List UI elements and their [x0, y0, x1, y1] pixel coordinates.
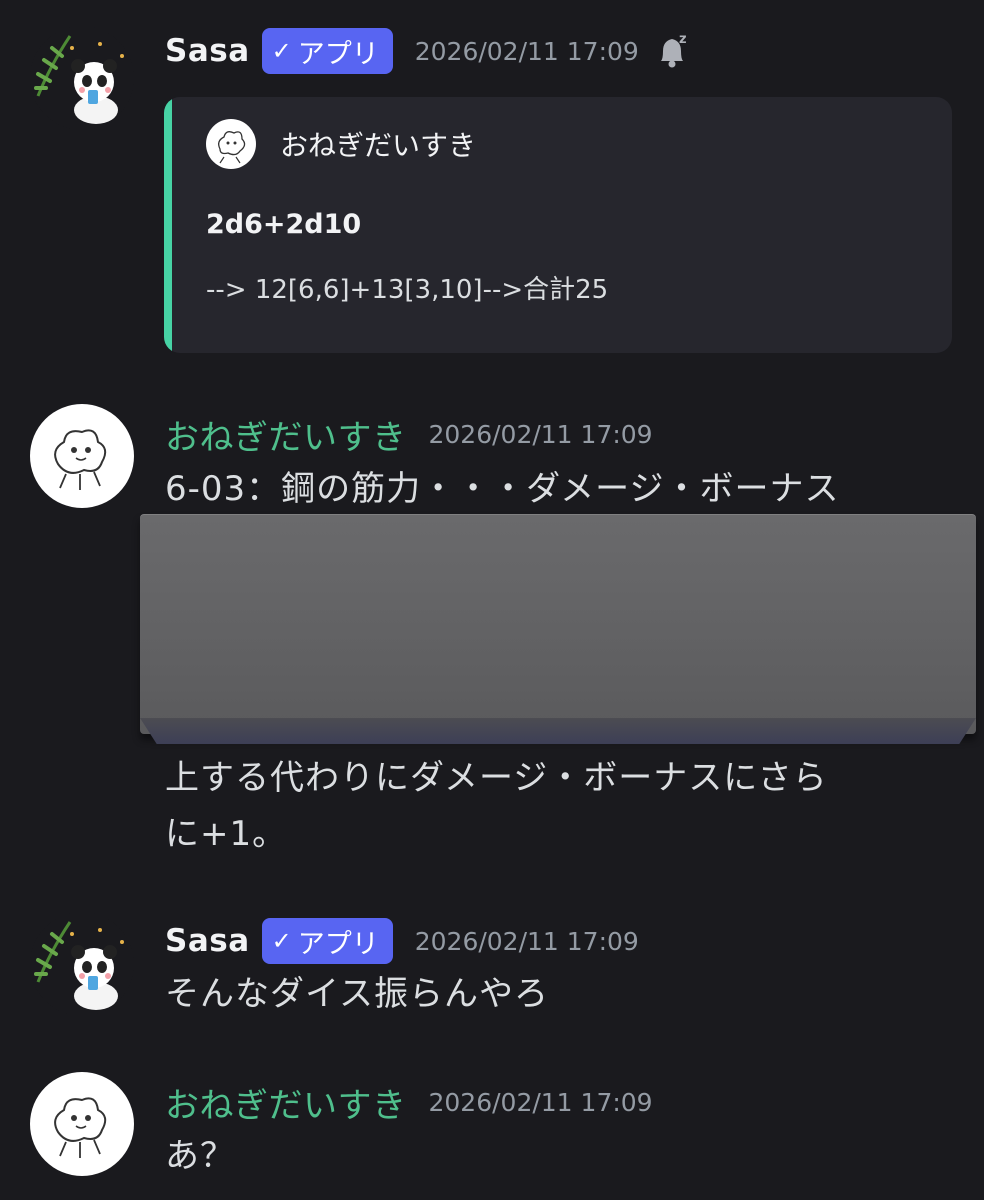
username[interactable]: おねぎだいすき: [165, 410, 407, 459]
scribble-avatar-icon: [30, 1072, 134, 1176]
app-badge: ✓ アプリ: [261, 28, 393, 74]
oneugi-avatar[interactable]: [30, 404, 134, 508]
username[interactable]: Sasa: [165, 33, 250, 69]
sasa-avatar[interactable]: [30, 26, 134, 130]
message-line: に+1。: [165, 814, 288, 854]
timestamp: 2026/02/11 17:09: [428, 1087, 653, 1117]
message-header: Sasa ✓ アプリ 2026/02/11 17:09: [165, 917, 639, 965]
dice-embed: おねぎだいすき 2d6+2d10 --> 12[6,6]+13[3,10]-->…: [164, 97, 952, 353]
oneugi-avatar[interactable]: [30, 1072, 134, 1176]
app-badge: ✓ アプリ: [261, 918, 393, 964]
scribble-avatar-icon: [30, 404, 134, 508]
sleeping-bell-icon: z: [660, 32, 687, 68]
panda-avatar-icon: [30, 26, 134, 130]
embed-author: おねぎだいすき: [206, 119, 476, 169]
message-line: 6-03：鋼の筋力・・・ダメージ・ボーナス: [165, 469, 840, 509]
dice-command: 2d6+2d10: [206, 209, 362, 240]
app-badge-label: アプリ: [297, 928, 379, 960]
timestamp: 2026/02/11 17:09: [414, 926, 639, 956]
redaction-edge: [140, 718, 976, 744]
message-line: あ？: [165, 1136, 235, 1176]
embed-author-avatar: [206, 119, 256, 169]
message-line: そんなダイス振らんやろ: [165, 974, 549, 1014]
timestamp: 2026/02/11 17:09: [414, 36, 639, 66]
scribble-avatar-icon: [206, 119, 256, 169]
sasa-avatar[interactable]: [30, 912, 134, 1016]
dice-result: --> 12[6,6]+13[3,10]-->合計25: [206, 275, 609, 305]
username[interactable]: おねぎだいすき: [165, 1078, 407, 1127]
embed-author-name: おねぎだいすき: [280, 129, 477, 162]
embed-accent-bar: [164, 97, 172, 353]
message-header: おねぎだいすき 2026/02/11 17:09: [165, 1078, 653, 1126]
panda-avatar-icon: [30, 912, 134, 1016]
app-badge-label: アプリ: [297, 38, 379, 70]
check-icon: ✓: [271, 37, 292, 65]
username[interactable]: Sasa: [165, 923, 250, 959]
timestamp: 2026/02/11 17:09: [428, 419, 653, 449]
message-header: おねぎだいすき 2026/02/11 17:09: [165, 410, 653, 458]
svg-text:z: z: [679, 32, 687, 47]
redaction-overlay: [140, 514, 976, 744]
message-header: Sasa ✓ アプリ 2026/02/11 17:09 z: [165, 27, 691, 75]
message-line: 上する代わりにダメージ・ボーナスにさら: [165, 758, 828, 798]
check-icon: ✓: [271, 927, 292, 955]
